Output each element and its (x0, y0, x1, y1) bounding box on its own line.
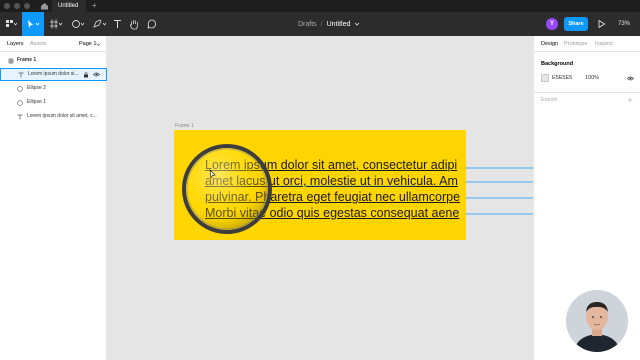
eye-icon[interactable] (93, 72, 100, 77)
layer-actions (83, 68, 100, 81)
tab-design[interactable]: Design (541, 41, 558, 47)
page-selector[interactable]: Page 1 (79, 41, 96, 47)
layer-label: Lorem ipsum dolor sit amet, c... (27, 113, 97, 119)
divider (534, 92, 640, 93)
layer-label: Lorem ipsum dolor si... (28, 71, 79, 77)
right-panel-tabs: Design Prototype Inspect (534, 36, 640, 52)
file-name[interactable]: Untitled (327, 21, 351, 28)
layer-text[interactable]: Lorem ipsum dolor sit amet, c... (0, 110, 107, 123)
maximize-window-icon[interactable] (24, 3, 30, 9)
layer-label: Ellipse 2 (27, 85, 46, 91)
tab-prototype[interactable]: Prototype (564, 41, 588, 47)
new-tab-button[interactable]: + (92, 0, 97, 12)
lock-icon[interactable] (83, 71, 89, 78)
frame-1[interactable]: Lorem ipsum dolor sit amet, consectetur … (174, 130, 466, 240)
close-window-icon[interactable] (4, 3, 10, 9)
frame-icon (8, 54, 14, 67)
share-button[interactable]: Share (564, 17, 588, 31)
ellipse-icon (17, 82, 23, 95)
comment-tool-icon[interactable] (144, 12, 160, 36)
left-panel-tabs: Layers Assets Page 1 (0, 36, 107, 52)
breadcrumb: Drafts / Untitled (298, 12, 360, 36)
background-hex-input[interactable]: E5E5E5 (552, 75, 572, 81)
text-tool-icon[interactable] (110, 12, 124, 36)
layer-ellipse-2[interactable]: Ellipse 2 (0, 82, 107, 95)
avatar[interactable]: Y (546, 18, 558, 30)
toolbar: Drafts / Untitled Y Share 73% (0, 12, 640, 36)
zoom-dropdown[interactable]: 73% (618, 12, 630, 36)
frame-label[interactable]: Frame 1 (175, 123, 194, 129)
figma-menu-icon[interactable] (2, 12, 20, 36)
background-swatch[interactable] (541, 74, 549, 82)
window-controls[interactable] (4, 3, 30, 9)
breadcrumb-drafts[interactable]: Drafts (298, 21, 317, 28)
move-tool-icon[interactable] (22, 12, 44, 36)
home-icon[interactable] (40, 2, 49, 10)
layers-panel: Layers Assets Page 1 Frame 1 Lorem ipsum… (0, 36, 107, 360)
background-heading: Background (541, 61, 574, 67)
shape-tool-icon[interactable] (68, 12, 88, 36)
export-heading: Export (541, 97, 557, 103)
breadcrumb-separator: / (320, 20, 323, 28)
text-icon (18, 68, 24, 81)
webcam-overlay (566, 290, 628, 352)
file-tab[interactable]: Untitled (52, 0, 86, 12)
present-icon[interactable] (598, 20, 605, 28)
minimize-window-icon[interactable] (14, 3, 20, 9)
layer-ellipse-1[interactable]: Ellipse 1 (0, 96, 107, 109)
layer-label: Frame 1 (17, 57, 37, 63)
layer-label: Ellipse 1 (27, 99, 46, 105)
background-opacity-input[interactable]: 100% (585, 75, 599, 81)
canvas[interactable]: Frame 1 Lorem ipsum dolor sit amet, cons… (107, 36, 533, 360)
layer-text-selected[interactable]: Lorem ipsum dolor si... (0, 68, 107, 81)
frame-tool-icon[interactable] (46, 12, 66, 36)
eye-icon[interactable] (627, 76, 634, 81)
ellipse-group (182, 144, 272, 234)
add-export-icon[interactable] (627, 97, 633, 103)
tab-inspect[interactable]: Inspect (595, 41, 613, 47)
tab-layers[interactable]: Layers (7, 41, 24, 47)
chevron-down-icon[interactable] (96, 42, 101, 47)
ellipse-icon (17, 96, 23, 109)
hand-tool-icon[interactable] (126, 12, 142, 36)
chevron-down-icon[interactable] (354, 21, 360, 27)
text-icon (17, 110, 23, 123)
tab-assets[interactable]: Assets (30, 41, 47, 47)
pen-tool-icon[interactable] (90, 12, 110, 36)
person-avatar (566, 290, 628, 352)
title-bar: Untitled + (0, 0, 640, 12)
layer-frame-1[interactable]: Frame 1 (0, 54, 107, 67)
